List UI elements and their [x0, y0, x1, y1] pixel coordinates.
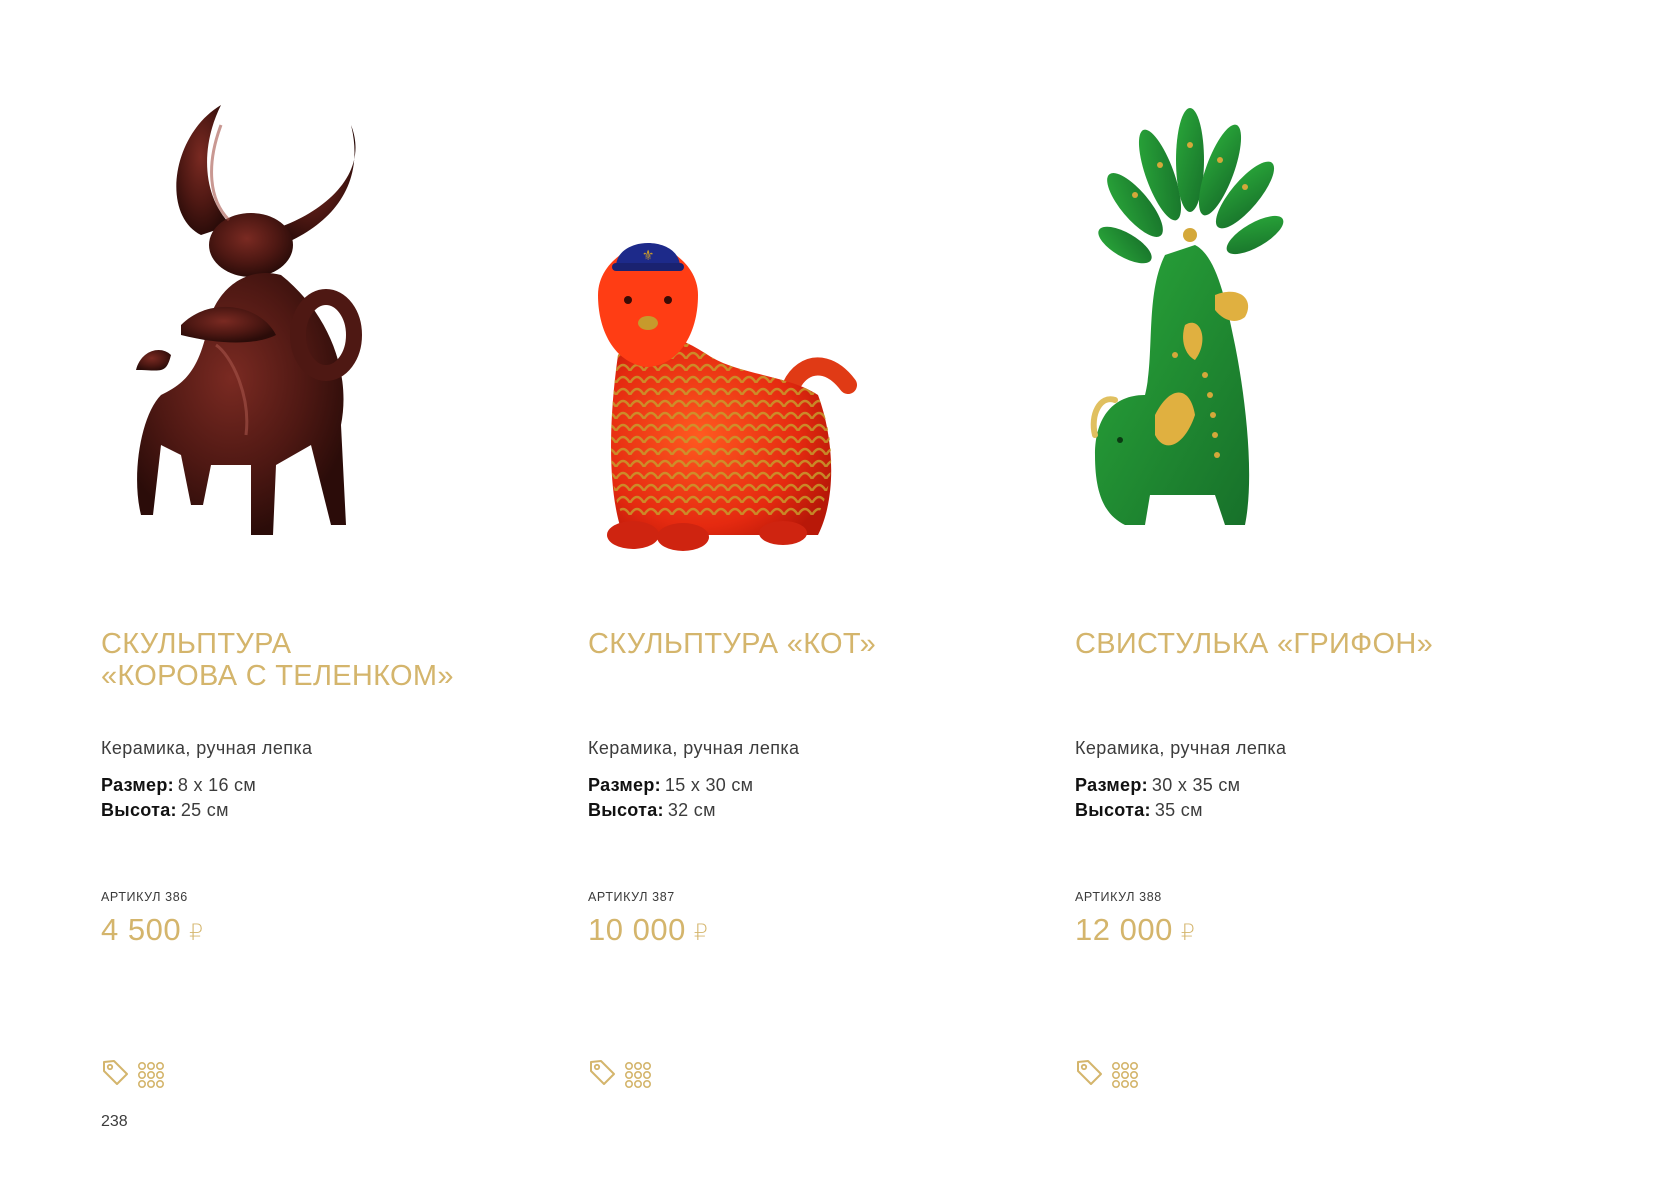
currency-sign: ₽	[693, 920, 709, 945]
height-label: Высота:	[588, 800, 664, 820]
dots-grid-icon[interactable]	[624, 1061, 652, 1089]
product-material: Керамика, ручная лепка	[101, 738, 313, 758]
dots-grid-icon[interactable]	[137, 1061, 165, 1089]
price-value: 12 000	[1075, 912, 1173, 947]
price-tag-icon[interactable]	[1075, 1058, 1103, 1086]
product-image-cat[interactable]: ⚜	[588, 95, 988, 575]
page-number: 238	[101, 1113, 128, 1130]
product-title: Скульптура «Кот»	[588, 628, 1018, 660]
product-article: АРТИКУЛ 387	[588, 890, 675, 904]
product-card: Свистулька «Грифон» Керамика, ручная леп…	[1075, 0, 1515, 1181]
height-label: Высота:	[1075, 800, 1151, 820]
product-card: Скульптура «Корова с теленком» Керамика,…	[101, 0, 541, 1181]
size-value: 30 х 35 см	[1151, 775, 1241, 795]
price-value: 4 500	[101, 912, 182, 947]
product-price: 4 500 ₽	[101, 912, 204, 948]
product-article: АРТИКУЛ 388	[1075, 890, 1162, 904]
product-size: Размер: 8 х 16 см	[101, 775, 256, 796]
height-value: 32 см	[667, 800, 716, 820]
svg-text:⚜: ⚜	[642, 248, 655, 264]
currency-sign: ₽	[1180, 920, 1196, 945]
product-material: Керамика, ручная лепка	[588, 738, 800, 758]
price-tag-icon[interactable]	[101, 1058, 129, 1086]
price-tag-icon[interactable]	[588, 1058, 616, 1086]
size-value: 15 х 30 см	[664, 775, 754, 795]
product-price: 10 000 ₽	[588, 912, 708, 948]
price-value: 10 000	[588, 912, 686, 947]
product-title: Скульптура «Корова с теленком»	[101, 628, 531, 692]
size-label: Размер:	[101, 775, 174, 795]
height-value: 35 см	[1154, 800, 1203, 820]
height-value: 25 см	[180, 800, 229, 820]
product-title-line1: Скульптура	[101, 628, 292, 660]
size-label: Размер:	[1075, 775, 1148, 795]
dots-grid-icon[interactable]	[1111, 1061, 1139, 1089]
product-card: ⚜ Скульптура «Кот» Керамика, ручная лепк…	[588, 0, 1028, 1181]
product-image-cow[interactable]	[101, 95, 501, 575]
size-label: Размер:	[588, 775, 661, 795]
product-title-line1: Свистулька «Грифон»	[1075, 628, 1434, 660]
product-height: Высота: 32 см	[588, 800, 716, 821]
height-label: Высота:	[101, 800, 177, 820]
product-height: Высота: 35 см	[1075, 800, 1203, 821]
product-title-line1: Скульптура «Кот»	[588, 628, 877, 660]
product-size: Размер: 30 х 35 см	[1075, 775, 1240, 796]
size-value: 8 х 16 см	[177, 775, 257, 795]
currency-sign: ₽	[189, 920, 204, 945]
product-title-line2: «Корова с теленком»	[101, 660, 454, 692]
product-price: 12 000 ₽	[1075, 912, 1195, 948]
product-height: Высота: 25 см	[101, 800, 229, 821]
product-size: Размер: 15 х 30 см	[588, 775, 753, 796]
product-image-griffin[interactable]	[1075, 95, 1475, 575]
product-title: Свистулька «Грифон»	[1075, 628, 1505, 660]
product-material: Керамика, ручная лепка	[1075, 738, 1287, 758]
product-article: АРТИКУЛ 386	[101, 890, 188, 904]
